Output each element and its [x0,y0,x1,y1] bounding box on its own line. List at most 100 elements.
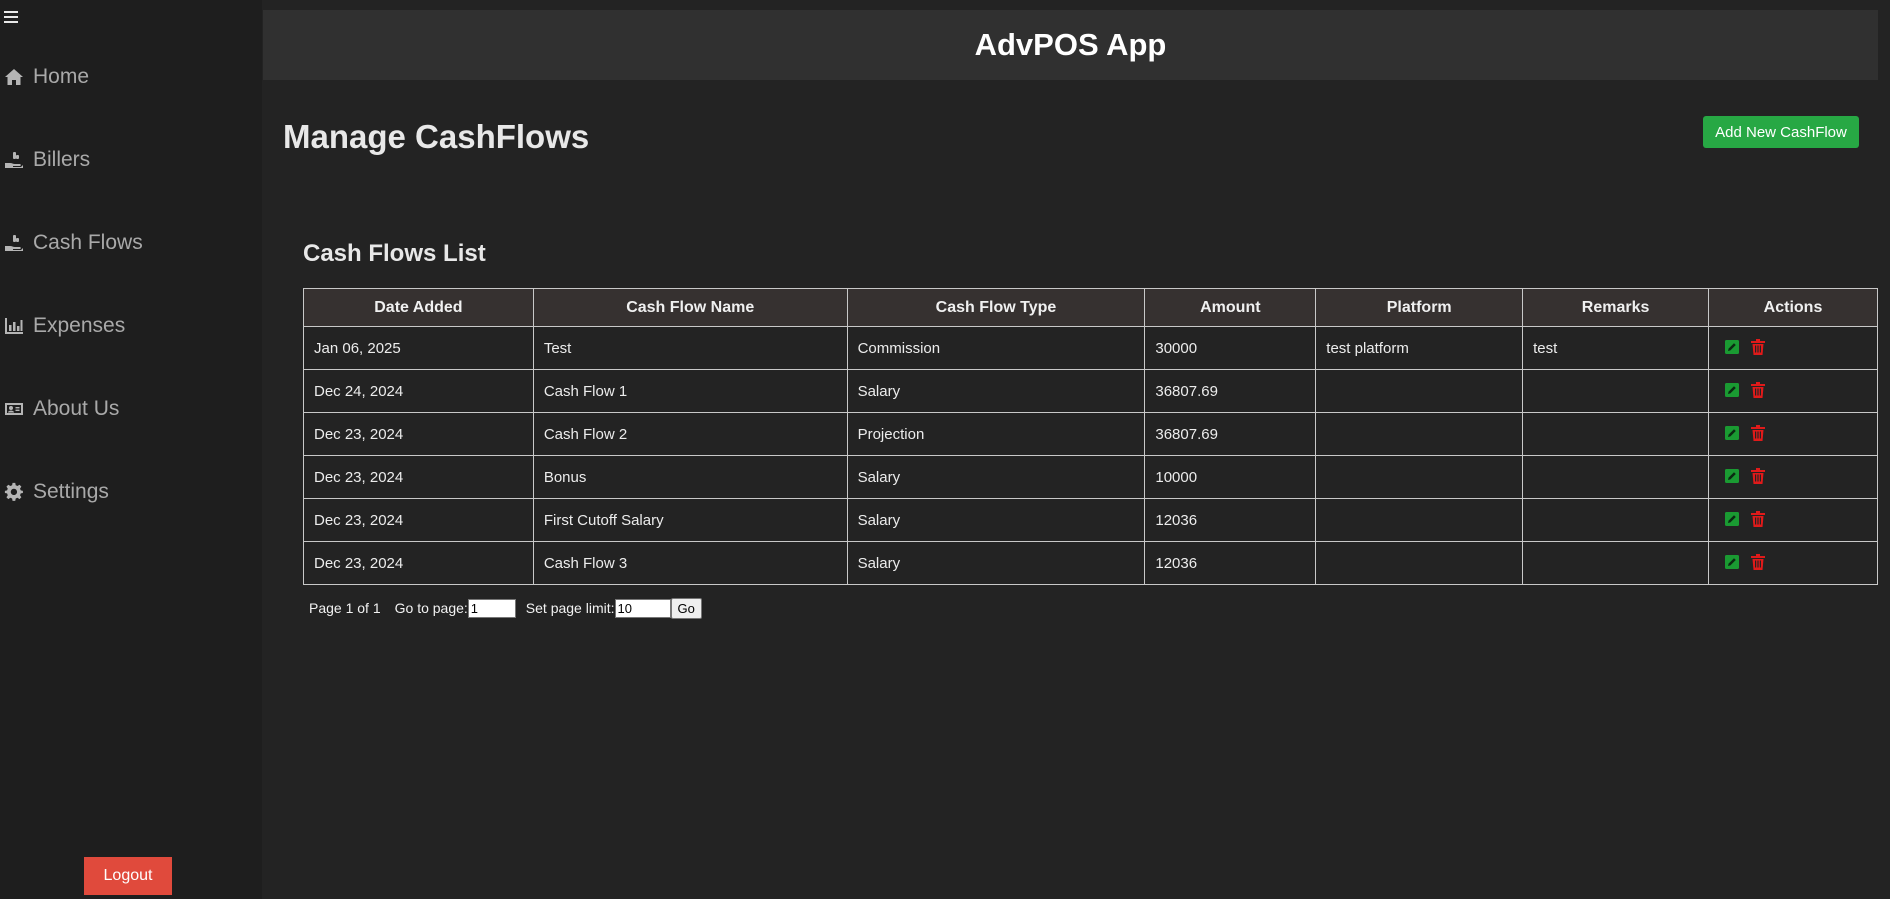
hamburger-menu-icon[interactable] [4,10,18,24]
delete-icon[interactable] [1751,381,1766,398]
table-row: Jan 06, 2025 Test Commission 30000 test plat… [303,326,1878,370]
sidebar-item-home[interactable]: Home [0,61,262,93]
cell-remarks [1522,455,1710,499]
cell-cash-flow-type: Salary [846,498,1146,542]
home-icon [3,66,25,88]
page-limit-label: Set page limit: [525,600,615,616]
edit-icon[interactable] [1725,511,1740,526]
edit-icon[interactable] [1725,554,1740,569]
sidebar-item-label: About Us [33,397,120,420]
cell-platform [1315,498,1524,542]
bar-chart-icon [3,315,25,337]
edit-icon[interactable] [1725,468,1740,483]
cell-remarks [1522,369,1710,413]
sidebar-item-label: Cash Flows [33,231,143,254]
table-row: Dec 24, 2024 Cash Flow 1 Salary 36807.69 [303,369,1878,413]
delete-icon[interactable] [1751,510,1766,527]
cell-date-added: Dec 24, 2024 [303,369,534,413]
cell-date-added: Dec 23, 2024 [303,498,534,542]
cell-amount: 30000 [1144,326,1317,370]
logout-button[interactable]: Logout [84,857,172,895]
column-header-actions: Actions [1708,288,1878,327]
cell-amount: 36807.69 [1144,412,1317,456]
cell-remarks: test [1522,326,1710,370]
column-header-platform[interactable]: Platform [1315,288,1524,327]
add-new-cashflow-button[interactable]: Add New CashFlow [1703,116,1859,148]
goto-page-input[interactable] [467,598,516,618]
table-header-row: Date Added Cash Flow Name Cash Flow Type… [303,288,1878,327]
sidebar-item-expenses[interactable]: Expenses [0,310,262,342]
cell-date-added: Dec 23, 2024 [303,412,534,456]
cell-platform [1315,412,1524,456]
cell-platform: test platform [1315,326,1524,370]
table-row: Dec 23, 2024 Cash Flow 2 Projection 36807.6… [303,412,1878,456]
cell-remarks [1522,541,1710,585]
cell-amount: 12036 [1144,541,1317,585]
cell-platform [1315,455,1524,499]
column-header-amount[interactable]: Amount [1144,288,1317,327]
sidebar: Home Billers Cash Flows Expenses About U… [0,0,262,899]
pagination: Page 1 of 1 Go to page: Set page limit: … [309,597,702,619]
table-row: Dec 23, 2024 Cash Flow 3 Salary 12036 [303,541,1878,585]
page-info: Page 1 of 1 [309,600,381,616]
delete-icon[interactable] [1751,553,1766,570]
cell-cash-flow-name: First Cutoff Salary [532,498,848,542]
app-title: AdvPOS App [974,27,1167,62]
delete-icon[interactable] [1751,467,1766,484]
cell-amount: 10000 [1144,455,1317,499]
delete-icon[interactable] [1751,424,1766,441]
cell-cash-flow-type: Salary [846,541,1146,585]
sidebar-item-cash-flows[interactable]: Cash Flows [0,227,262,259]
cell-amount: 12036 [1144,498,1317,542]
app-header: AdvPOS App [263,10,1878,80]
go-button[interactable]: Go [670,597,702,619]
sidebar-item-about-us[interactable]: About Us [0,393,262,425]
sidebar-item-billers[interactable]: Billers [0,144,262,176]
cell-amount: 36807.69 [1144,369,1317,413]
cell-remarks [1522,498,1710,542]
column-header-cash-flow-type[interactable]: Cash Flow Type [846,288,1146,327]
cell-actions [1708,455,1878,499]
cell-actions [1708,541,1878,585]
sidebar-item-label: Billers [33,148,91,171]
page-limit-input[interactable] [614,598,671,618]
table-row: Dec 23, 2024 Bonus Salary 10000 [303,455,1878,499]
cell-cash-flow-name: Test [532,326,848,370]
hand-coin-icon [3,149,25,171]
table-row: Dec 23, 2024 First Cutoff Salary Salary 120… [303,498,1878,542]
goto-page-label: Go to page: [394,600,468,616]
cell-cash-flow-type: Commission [846,326,1146,370]
edit-icon[interactable] [1725,382,1740,397]
cash-flows-table: Date Added Cash Flow Name Cash Flow Type… [303,288,1878,585]
list-title: Cash Flows List [303,240,486,267]
cell-remarks [1522,412,1710,456]
hand-coin-icon [3,232,25,254]
main-content: AdvPOS App Manage CashFlows Add New Cash… [262,0,1890,899]
edit-icon[interactable] [1725,339,1740,354]
cell-actions [1708,498,1878,542]
id-card-icon [3,398,25,420]
delete-icon[interactable] [1751,338,1766,355]
cell-cash-flow-type: Salary [846,369,1146,413]
page-title: Manage CashFlows [283,118,590,155]
cell-cash-flow-name: Cash Flow 2 [532,412,848,456]
cell-actions [1708,326,1878,370]
cell-cash-flow-name: Bonus [532,455,848,499]
cell-cash-flow-name: Cash Flow 1 [532,369,848,413]
edit-icon[interactable] [1725,425,1740,440]
gear-icon [3,481,25,503]
cell-actions [1708,369,1878,413]
cell-platform [1315,541,1524,585]
column-header-cash-flow-name[interactable]: Cash Flow Name [532,288,848,327]
column-header-date-added[interactable]: Date Added [303,288,534,327]
cell-date-added: Dec 23, 2024 [303,455,534,499]
sidebar-item-label: Settings [33,480,109,503]
column-header-remarks[interactable]: Remarks [1522,288,1710,327]
cell-actions [1708,412,1878,456]
cell-date-added: Dec 23, 2024 [303,541,534,585]
cell-platform [1315,369,1524,413]
cell-date-added: Jan 06, 2025 [303,326,534,370]
sidebar-item-settings[interactable]: Settings [0,476,262,508]
cell-cash-flow-type: Projection [846,412,1146,456]
cell-cash-flow-name: Cash Flow 3 [532,541,848,585]
